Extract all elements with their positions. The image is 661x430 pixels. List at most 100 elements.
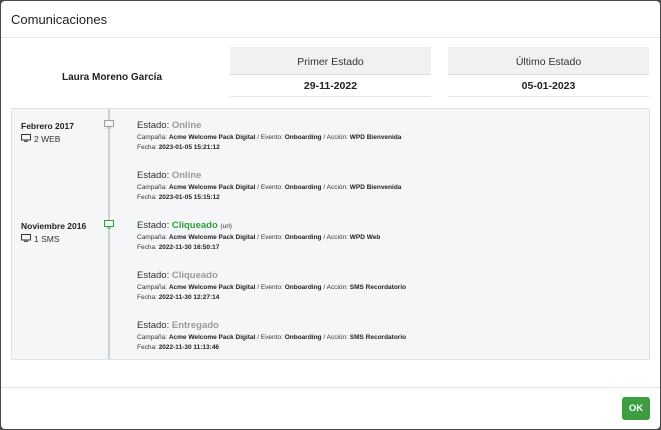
campaign-value: Acme Welcome Pack Digital	[168, 284, 256, 291]
timeline-group: Noviembre 2016 1 SMS	[21, 221, 86, 244]
separator: /	[323, 284, 326, 291]
estado-label: Estado:	[137, 170, 170, 181]
group-title: Noviembre 2016	[21, 221, 87, 231]
separator: /	[323, 134, 326, 141]
status-value: Online	[171, 170, 202, 181]
event-value: Onboarding	[284, 184, 322, 191]
estado-label: Estado:	[137, 270, 170, 281]
event-label: Evento:	[260, 234, 283, 241]
entry-status: Estado: Online	[137, 170, 637, 181]
first-state-box: Primer Estado 29-11-2022	[230, 47, 431, 97]
action-label: Acción:	[326, 134, 348, 141]
entry-meta: Campaña: Acme Welcome Pack Digital / Eve…	[137, 333, 637, 353]
event-label: Evento:	[260, 334, 283, 341]
monitor-icon	[103, 220, 115, 229]
group-count: 2 WEB	[21, 134, 74, 144]
separator: /	[257, 184, 260, 191]
group-count-label: 2 WEB	[34, 134, 61, 144]
event-label: Evento:	[260, 134, 283, 141]
person-name: Laura Moreno García	[61, 72, 163, 83]
action-label: Acción:	[326, 234, 348, 241]
group-count-label: 1 SMS	[34, 234, 60, 244]
campaign-label: Campaña:	[137, 284, 167, 291]
campaign-value: Acme Welcome Pack Digital	[168, 184, 256, 191]
group-count: 1 SMS	[21, 234, 86, 244]
date-label: Fecha:	[137, 244, 157, 251]
action-label: Acción:	[326, 184, 348, 191]
estado-label: Estado:	[137, 120, 170, 131]
timeline-entry: Estado: Cliqueado (url) Campaña: Acme We…	[137, 220, 637, 253]
timeline-entry: Estado: Online Campaña: Acme Welcome Pac…	[137, 120, 637, 153]
ok-button[interactable]: OK	[622, 397, 650, 420]
first-state-date: 29-11-2022	[230, 75, 431, 97]
event-value: Onboarding	[284, 234, 322, 241]
campaign-value: Acme Welcome Pack Digital	[168, 334, 256, 341]
date-value: 2022-11-30 12:27:14	[158, 294, 220, 301]
campaign-label: Campaña:	[137, 334, 167, 341]
timeline-entry: Estado: Online Campaña: Acme Welcome Pac…	[137, 170, 637, 203]
event-value: Onboarding	[284, 134, 322, 141]
monitor-icon	[21, 134, 31, 144]
campaign-label: Campaña:	[137, 134, 167, 141]
event-value: Onboarding	[284, 334, 322, 341]
timeline-entry: Estado: Entregado Campaña: Acme Welcome …	[137, 320, 637, 353]
action-label: Acción:	[326, 284, 348, 291]
entry-meta: Campaña: Acme Welcome Pack Digital / Eve…	[137, 233, 637, 253]
action-value: SMS Recordatorio	[349, 284, 407, 291]
modal-footer: OK	[1, 387, 660, 429]
date-value: 2022-11-30 11:13:46	[158, 344, 220, 351]
date-label: Fecha:	[137, 194, 157, 201]
date-value: 2023-01-05 15:21:12	[158, 144, 220, 151]
action-value: WPD Bienvenida	[349, 184, 402, 191]
campaign-label: Campaña:	[137, 234, 167, 241]
event-label: Evento:	[260, 184, 283, 191]
action-label: Acción:	[326, 334, 348, 341]
separator: /	[257, 134, 260, 141]
entry-status: Estado: Cliqueado (url)	[137, 220, 637, 231]
separator: /	[323, 184, 326, 191]
date-label: Fecha:	[137, 344, 157, 351]
separator: /	[257, 284, 260, 291]
communications-modal: Comunicaciones Laura Moreno García Prime…	[1, 1, 660, 429]
date-value: 2022-11-30 16:50:17	[158, 244, 220, 251]
campaign-value: Acme Welcome Pack Digital	[168, 234, 256, 241]
timeline-line	[108, 109, 110, 359]
date-label: Fecha:	[137, 294, 157, 301]
first-state-label: Primer Estado	[230, 47, 431, 75]
event-value: Onboarding	[284, 284, 322, 291]
group-title: Febrero 2017	[21, 121, 74, 131]
separator: /	[323, 234, 326, 241]
modal-title: Comunicaciones	[11, 12, 108, 27]
status-extra[interactable]: (url)	[220, 223, 232, 230]
separator: /	[257, 334, 260, 341]
summary-section: Laura Moreno García Primer Estado 29-11-…	[1, 38, 660, 108]
action-value: WPD Web	[349, 234, 381, 241]
event-label: Evento:	[260, 284, 283, 291]
status-value: Cliqueado	[171, 270, 218, 281]
timeline-entry: Estado: Cliqueado Campaña: Acme Welcome …	[137, 270, 637, 303]
action-value: SMS Recordatorio	[349, 334, 407, 341]
status-value: Entregado	[171, 320, 219, 331]
separator: /	[257, 234, 260, 241]
entry-status: Estado: Online	[137, 120, 637, 131]
action-value: WPD Bienvenida	[349, 134, 402, 141]
entry-status: Estado: Entregado	[137, 320, 637, 331]
date-value: 2023-01-05 15:15:12	[158, 194, 220, 201]
entry-meta: Campaña: Acme Welcome Pack Digital / Eve…	[137, 283, 637, 303]
estado-label: Estado:	[137, 320, 170, 331]
timeline-group: Febrero 2017 2 WEB	[21, 121, 74, 144]
campaign-value: Acme Welcome Pack Digital	[168, 134, 256, 141]
campaign-label: Campaña:	[137, 184, 167, 191]
last-state-date: 05-01-2023	[448, 75, 649, 97]
entry-meta: Campaña: Acme Welcome Pack Digital / Eve…	[137, 183, 637, 203]
monitor-icon	[103, 120, 115, 129]
status-value: Cliqueado	[171, 220, 218, 231]
modal-header: Comunicaciones	[1, 1, 660, 38]
entry-status: Estado: Cliqueado	[137, 270, 637, 281]
timeline-panel[interactable]: Febrero 2017 2 WEB Estado: Online Campañ…	[11, 108, 650, 360]
separator: /	[323, 334, 326, 341]
estado-label: Estado:	[137, 220, 170, 231]
entry-meta: Campaña: Acme Welcome Pack Digital / Eve…	[137, 133, 637, 153]
date-label: Fecha:	[137, 144, 157, 151]
status-value: Online	[171, 120, 202, 131]
